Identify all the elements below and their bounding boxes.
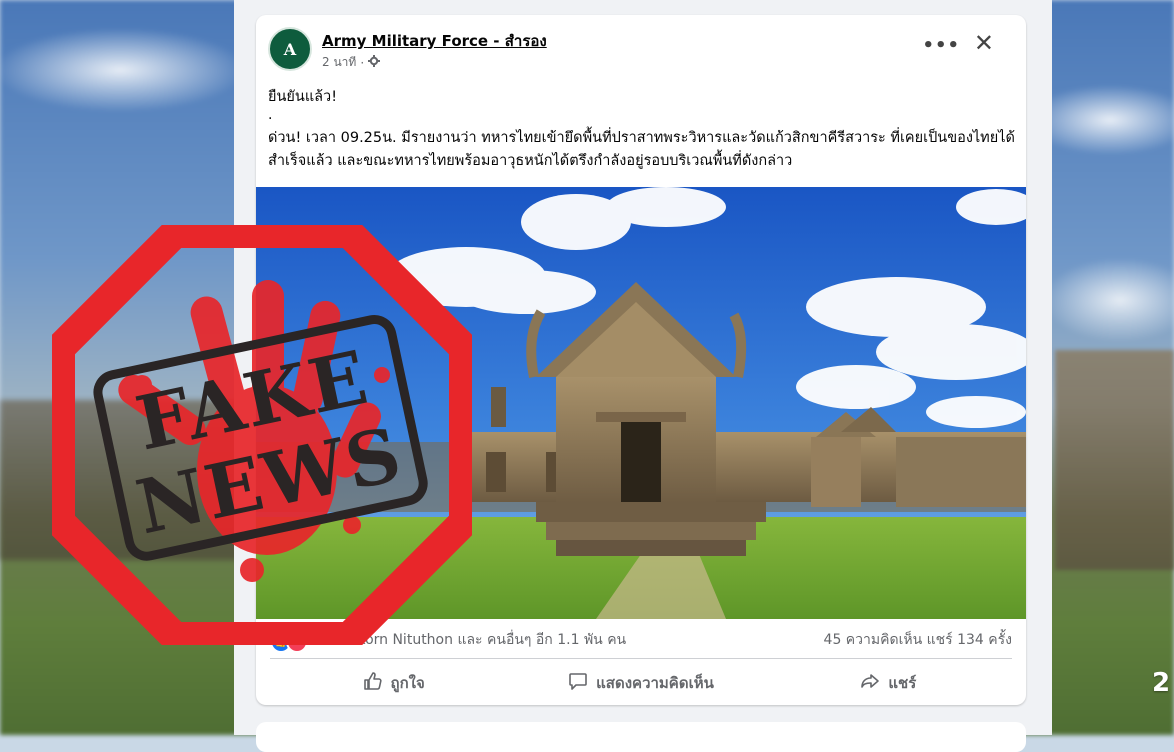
meta-separator: ·: [360, 55, 365, 70]
thumbs-up-icon: [363, 671, 383, 695]
post-dot-line: .: [268, 107, 273, 123]
avatar-letter: A: [283, 39, 297, 59]
privacy-gear-icon: [368, 55, 381, 70]
comment-label: แสดงความคิดเห็น: [596, 674, 714, 692]
like-button[interactable]: ถูกใจ: [270, 665, 517, 701]
page-name-link[interactable]: Army Military Force - สำรอง: [322, 29, 547, 53]
post-meta: 2 นาที ·: [322, 53, 381, 72]
next-post-card: [256, 722, 1026, 752]
page-number: 2: [1152, 668, 1171, 698]
stats-divider: [270, 658, 1012, 659]
comment-bubble-icon: [568, 671, 588, 695]
post-body-text: ด่วน! เวลา 09.25น. มีรายงานว่า ทหารไทยเข…: [268, 130, 1015, 169]
page-avatar[interactable]: A: [268, 27, 312, 71]
comment-button[interactable]: แสดงความคิดเห็น: [517, 665, 764, 701]
comment-share-counts[interactable]: 45 ความคิดเห็น แชร์ 134 ครั้ง: [824, 629, 1012, 651]
like-label: ถูกใจ: [390, 674, 425, 692]
fake-news-stamp: FAKE NEWS: [45, 218, 479, 652]
more-options-button[interactable]: •••: [922, 35, 960, 56]
post-headline: ยืนยันแล้ว!: [268, 89, 338, 105]
share-arrow-icon: [860, 671, 880, 695]
share-label: แชร์: [888, 674, 917, 692]
post-header: A Army Military Force - สำรอง 2 นาที · •…: [268, 27, 1014, 73]
post-actions: ถูกใจ แสดงความคิดเห็น แชร์: [270, 665, 1012, 701]
background-ruin-right: [1055, 350, 1174, 570]
share-button[interactable]: แชร์: [765, 665, 1012, 701]
post-timestamp[interactable]: 2 นาที: [322, 53, 356, 72]
close-icon[interactable]: ✕: [974, 29, 994, 57]
